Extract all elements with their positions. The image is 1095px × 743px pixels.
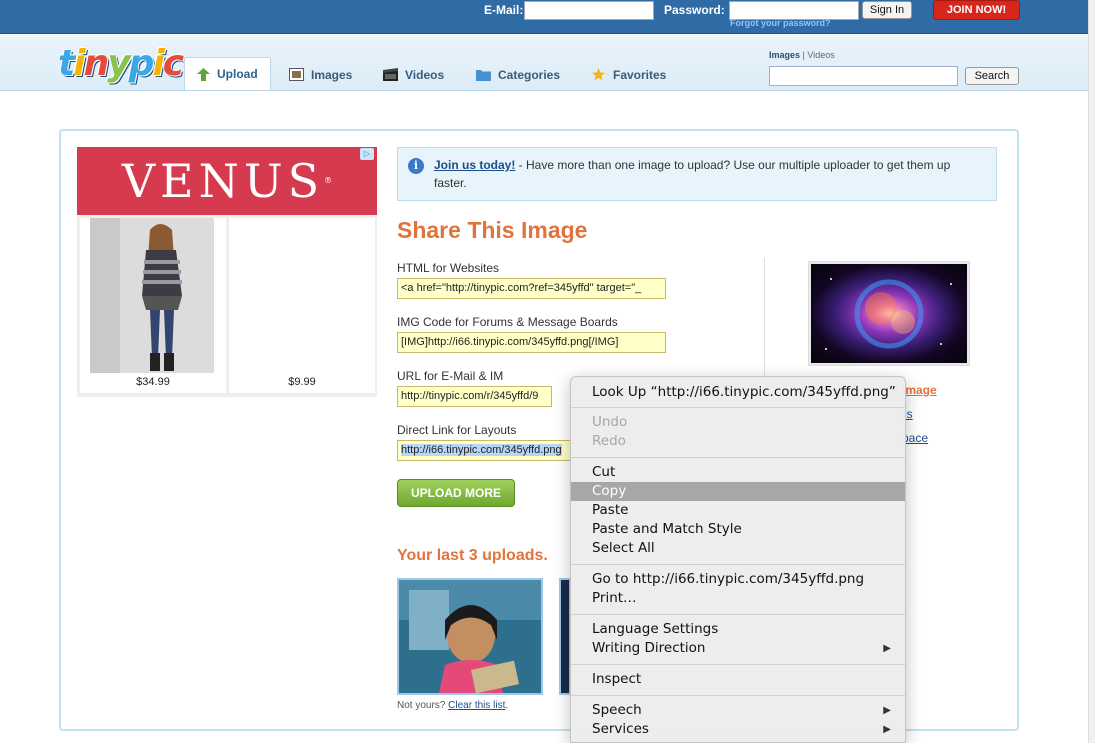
html-code-label: HTML for Websites xyxy=(397,261,500,275)
menu-separator xyxy=(571,614,905,615)
sign-in-button[interactable]: Sign In xyxy=(862,1,912,19)
images-icon xyxy=(289,68,304,81)
submenu-arrow-icon: ▶ xyxy=(883,643,891,654)
menu-item-speech[interactable]: Speech ▶ xyxy=(571,701,905,720)
window-scrollbar[interactable] xyxy=(1088,0,1095,743)
direct-link-label: Direct Link for Layouts xyxy=(397,423,517,437)
share-title: Share This Image xyxy=(397,217,588,243)
product-price: $9.99 xyxy=(288,376,316,388)
menu-item-writing-direction[interactable]: Writing Direction ▶ xyxy=(571,639,905,658)
tab-videos-label: Videos xyxy=(405,68,445,82)
menu-item-paste[interactable]: Paste xyxy=(571,501,905,520)
not-yours-text: Not yours? Clear this list. xyxy=(397,700,508,711)
menu-item-print[interactable]: Print… xyxy=(571,589,905,608)
last-uploads-title: Your last 3 uploads. xyxy=(397,547,548,564)
tinypic-logo[interactable]: tinypic xyxy=(58,43,184,84)
speech-label: Speech xyxy=(592,702,642,718)
folder-icon xyxy=(476,70,491,81)
column-divider xyxy=(764,258,765,378)
adchoices-icon[interactable]: ▷ xyxy=(360,148,374,160)
search-input[interactable] xyxy=(769,66,958,86)
menu-item-paste-match-style[interactable]: Paste and Match Style xyxy=(571,520,905,539)
tab-upload[interactable]: Upload xyxy=(184,57,271,90)
search-type-toggle: Images | Videos xyxy=(769,50,835,60)
search-button[interactable]: Search xyxy=(965,67,1019,85)
context-menu: Look Up “http://i66.tinypic.com/345yffd.… xyxy=(570,376,906,743)
ad-product-2[interactable]: $9.99 xyxy=(229,218,375,393)
product-price: $34.99 xyxy=(136,376,170,388)
join-us-link[interactable]: Join us today! xyxy=(434,158,515,172)
html-code-field[interactable]: <a href="http://tinypic.com?ref=345yffd"… xyxy=(397,278,666,299)
top-login-bar: E-Mail: Password: Sign In Forgot your pa… xyxy=(0,0,1088,34)
services-label: Services xyxy=(592,721,649,737)
not-yours-label: Not yours? xyxy=(397,700,449,711)
clear-list-link[interactable]: Clear this list xyxy=(448,700,505,711)
menu-item-redo: Redo xyxy=(592,433,626,449)
menu-item-select-all[interactable]: Select All xyxy=(571,539,905,558)
url-label: URL for E-Mail & IM xyxy=(397,369,504,383)
site-header: tinypic Upload Images Videos Categories … xyxy=(0,35,1088,91)
menu-item-inspect[interactable]: Inspect xyxy=(571,670,905,689)
submenu-arrow-icon: ▶ xyxy=(883,705,891,716)
upload-more-button[interactable]: UPLOAD MORE xyxy=(397,479,515,507)
star-icon xyxy=(592,68,605,81)
upload-arrow-icon xyxy=(197,68,210,81)
search-videos-option[interactable]: Videos xyxy=(807,50,834,60)
tab-favorites-label: Favorites xyxy=(613,68,667,82)
menu-item-cut[interactable]: Cut xyxy=(571,463,905,482)
tab-videos[interactable]: Videos xyxy=(383,63,444,91)
info-icon: i xyxy=(408,158,424,174)
email-input[interactable] xyxy=(524,1,654,20)
url-field[interactable]: http://tinypic.com/r/345yffd/9 xyxy=(397,386,552,407)
ad-banner[interactable]: VENUS® xyxy=(77,147,377,215)
menu-separator xyxy=(571,564,905,565)
product-photo xyxy=(90,218,214,373)
menu-separator xyxy=(571,407,905,408)
img-code-label: IMG Code for Forums & Message Boards xyxy=(397,315,618,329)
direct-link-field[interactable]: http://i66.tinypic.com/345yffd.png xyxy=(397,440,572,461)
menu-item-go-to-url[interactable]: Go to http://i66.tinypic.com/345yffd.png xyxy=(571,570,905,589)
img-code-field[interactable]: [IMG]http://i66.tinypic.com/345yffd.png[… xyxy=(397,332,666,353)
nebula-image xyxy=(811,264,967,363)
recent-upload-1[interactable] xyxy=(397,578,543,695)
tab-categories-label: Categories xyxy=(498,68,561,82)
tab-categories[interactable]: Categories xyxy=(476,63,560,91)
film-icon xyxy=(383,68,398,81)
writing-direction-label: Writing Direction xyxy=(592,640,706,656)
join-notice: i Join us today! - Have more than one im… xyxy=(397,147,997,201)
menu-item-language-settings[interactable]: Language Settings xyxy=(571,620,905,639)
not-yours-period: . xyxy=(505,700,509,711)
menu-item-services[interactable]: Services ▶ xyxy=(571,720,905,739)
menu-separator xyxy=(571,457,905,458)
search-images-option[interactable]: Images xyxy=(769,50,800,60)
menu-separator xyxy=(571,664,905,665)
menu-item-copy[interactable]: Copy xyxy=(571,482,905,501)
tab-favorites[interactable]: Favorites xyxy=(591,63,666,91)
tab-images[interactable]: Images xyxy=(289,63,352,91)
forgot-password-link[interactable]: Forgot your password? xyxy=(730,18,831,28)
submenu-arrow-icon: ▶ xyxy=(883,724,891,735)
password-label: Password: xyxy=(664,3,725,17)
advertisement[interactable]: VENUS® ▷ $34.99 $9.99 xyxy=(77,147,377,397)
ad-brand-mark: ® xyxy=(324,176,333,185)
ad-product-1[interactable]: $34.99 xyxy=(80,218,226,393)
menu-separator xyxy=(571,695,905,696)
image-thumbnail[interactable] xyxy=(808,261,970,366)
product-photo xyxy=(239,218,363,373)
email-label: E-Mail: xyxy=(484,3,524,17)
join-now-button[interactable]: JOIN NOW! xyxy=(933,0,1020,20)
direct-link-selection: http://i66.tinypic.com/345yffd.png xyxy=(401,444,562,456)
menu-item-look-up[interactable]: Look Up “http://i66.tinypic.com/345yffd.… xyxy=(571,383,905,402)
menu-item-undo: Undo xyxy=(592,414,628,430)
tab-images-label: Images xyxy=(311,68,353,82)
tab-upload-label: Upload xyxy=(217,67,258,81)
ad-brand: VENUS xyxy=(121,154,325,208)
